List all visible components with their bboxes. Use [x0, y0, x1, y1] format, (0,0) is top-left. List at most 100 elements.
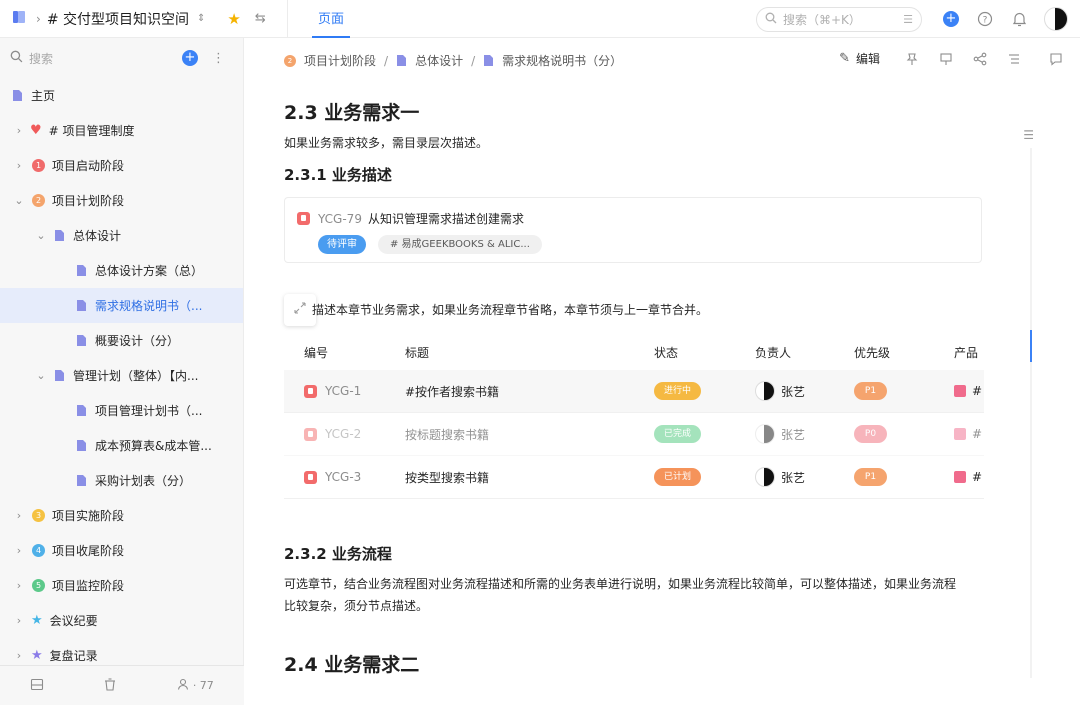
chevron-down-icon[interactable]: ⌄	[34, 229, 48, 242]
sidebar-item-requirements-spec[interactable]: 需求规格说明书（...	[0, 288, 243, 323]
row-id: YCG-1	[325, 384, 362, 398]
share-icon[interactable]	[972, 51, 988, 67]
col-header-status[interactable]: 状态	[654, 334, 678, 370]
help-icon[interactable]: ?	[974, 8, 996, 30]
sidebar-item-management-plan[interactable]: ⌄ 管理计划（整体）【内...	[0, 358, 243, 393]
more-vertical-icon[interactable]: ⋮	[212, 51, 225, 66]
row-id: YCG-3	[325, 470, 362, 484]
toc-icon[interactable]: ☰	[1023, 128, 1034, 142]
star-icon: ★	[31, 648, 43, 663]
table-row[interactable]: YCG-3 按类型搜索书籍 已计划 张艺 P1 #	[284, 456, 984, 499]
sidebar-item-overall-design[interactable]: ⌄ 总体设计	[0, 218, 243, 253]
priority-badge[interactable]: P1	[854, 382, 887, 400]
sidebar-item-execution[interactable]: › 3 项目实施阶段	[0, 498, 243, 533]
archive-icon[interactable]	[30, 678, 44, 694]
sidebar-item-outline-design[interactable]: 概要设计（分）	[0, 323, 243, 358]
star-icon[interactable]: ★	[227, 10, 240, 28]
space-title[interactable]: # 交付型项目知识空间	[47, 9, 189, 29]
sidebar-item-procurement-plan[interactable]: 采购计划表（分）	[0, 463, 243, 498]
breadcrumb-item-planning[interactable]: 2 项目计划阶段	[284, 52, 376, 69]
col-header-owner[interactable]: 负责人	[755, 334, 791, 370]
user-avatar[interactable]	[1044, 7, 1068, 31]
page-icon	[77, 335, 86, 346]
col-header-id[interactable]: 编号	[304, 334, 328, 370]
sidebar-item-label: 总体设计方案（总）	[95, 264, 204, 278]
chevron-down-icon[interactable]: ⌄	[12, 194, 26, 207]
table-row[interactable]: YCG-1 #按作者搜索书籍 进行中 张艺 P1 #	[284, 370, 984, 413]
global-search-input[interactable]: 搜索（⌘+K） ☰	[756, 6, 922, 32]
chevron-right-icon[interactable]: ›	[12, 124, 26, 137]
app-window: › # 交付型项目知识空间 ⇕ ★ ⇆ 页面 搜索（⌘+K） ☰ + ? 搜索 …	[0, 0, 1080, 705]
row-title[interactable]: 按标题搜索书籍	[405, 413, 489, 455]
sidebar-search[interactable]: 搜索 + ⋮	[0, 38, 243, 78]
breadcrumb-item-current[interactable]: 需求规格说明书（分）	[483, 52, 622, 69]
paragraph-2-3-2-line-1: 可选章节，结合业务流程图对业务流程描述和所需的业务表单进行说明，如果业务流程比较…	[284, 577, 957, 591]
sidebar-item-initiation[interactable]: › 1 项目启动阶段	[0, 148, 243, 183]
status-badge[interactable]: 进行中	[654, 382, 702, 400]
sidebar-item-closing[interactable]: › 4 项目收尾阶段	[0, 533, 243, 568]
comment-icon[interactable]	[1048, 51, 1064, 67]
breadcrumb-item-overall-design[interactable]: 总体设计	[396, 52, 463, 69]
chevron-right-icon[interactable]: ›	[12, 509, 26, 522]
sidebar-item-label: 项目监控阶段	[52, 579, 125, 593]
requirement-card[interactable]: YCG-79 从知识管理需求描述创建需求 待评审 # 易成GEEKBOOKS &…	[284, 197, 982, 263]
col-header-product[interactable]: 产品	[954, 334, 978, 370]
members-button[interactable]: · 77	[177, 678, 214, 693]
scroll-thumb[interactable]	[1030, 330, 1032, 362]
top-bar: › # 交付型项目知识空间 ⇕ ★ ⇆ 页面 搜索（⌘+K） ☰ + ?	[0, 0, 1080, 38]
avatar	[755, 424, 775, 444]
sidebar-item-home[interactable]: 主页	[0, 78, 243, 113]
sidebar-item-monitoring[interactable]: › 5 项目监控阶段	[0, 568, 243, 603]
tab-page[interactable]: 页面	[312, 0, 351, 38]
page-icon	[13, 90, 22, 101]
table-row[interactable]: YCG-2 按标题搜索书籍 已完成 张艺 P0 #	[284, 413, 984, 456]
stage-badge: 5	[32, 579, 45, 592]
row-title[interactable]: 按类型搜索书籍	[405, 456, 489, 498]
sidebar-item-planning[interactable]: ⌄ 2 项目计划阶段	[0, 183, 243, 218]
breadcrumb-label: 总体设计	[415, 54, 464, 68]
sidebar-item-management-policy[interactable]: › ♥ # 项目管理制度	[0, 113, 243, 148]
chevron-right-icon[interactable]: ›	[12, 544, 26, 557]
edit-button[interactable]: ✎ 编辑	[839, 50, 880, 67]
col-header-priority[interactable]: 优先级	[854, 334, 890, 370]
user-icon	[177, 678, 189, 693]
sidebar-item-label: 成本预算表&成本管...	[95, 439, 212, 453]
sidebar-item-label: 复盘记录	[49, 649, 98, 663]
expand-collapse-icon[interactable]: ⇕	[197, 13, 205, 24]
col-header-title[interactable]: 标题	[405, 334, 429, 370]
search-icon	[10, 50, 23, 66]
chevron-right-icon[interactable]: ›	[12, 579, 26, 592]
sidebar-item-meeting-notes[interactable]: › ★ 会议纪要	[0, 603, 243, 638]
outline-list-icon[interactable]	[1006, 51, 1022, 67]
chevron-right-icon[interactable]: ›	[12, 159, 26, 172]
status-badge[interactable]: 已计划	[654, 468, 702, 486]
trash-icon[interactable]	[104, 677, 116, 694]
add-page-icon[interactable]: +	[182, 50, 198, 66]
priority-badge[interactable]: P0	[854, 425, 887, 443]
member-count: · 77	[192, 679, 214, 692]
sidebar-item-pm-plan[interactable]: 项目管理计划书（...	[0, 393, 243, 428]
sidebar-item-label: 项目收尾阶段	[52, 544, 125, 558]
presentation-icon[interactable]	[938, 51, 954, 67]
chevron-right-icon[interactable]: ›	[12, 649, 26, 662]
sidebar-item-cost-budget[interactable]: 成本预算表&成本管...	[0, 428, 243, 463]
priority-badge[interactable]: P1	[854, 468, 887, 486]
chevron-down-icon[interactable]: ⌄	[34, 369, 48, 382]
status-badge[interactable]: 已完成	[654, 425, 702, 443]
row-id-cell: YCG-1	[304, 370, 361, 412]
pin-icon[interactable]	[904, 51, 920, 67]
settings-sliders-icon[interactable]: ⇆	[255, 11, 266, 26]
add-button[interactable]: +	[940, 8, 962, 30]
sidebar-item-overall-design-plan[interactable]: 总体设计方案（总）	[0, 253, 243, 288]
sidebar: 搜索 + ⋮ 主页 › ♥ # 项目管理制度 › 1 项目启动阶段 ⌄ 2 项目…	[0, 38, 244, 705]
row-product-cell: #	[954, 413, 982, 455]
row-title[interactable]: #按作者搜索书籍	[405, 370, 499, 412]
chevron-right-icon[interactable]: ›	[12, 614, 26, 627]
heading-2-3-1: 2.3.1 业务描述	[284, 166, 392, 184]
filter-icon[interactable]: ☰	[903, 13, 913, 26]
bell-icon[interactable]	[1008, 8, 1030, 30]
row-id-cell: YCG-2	[304, 413, 361, 455]
sidebar-item-label: 需求规格说明书（...	[95, 299, 203, 313]
scroll-rail[interactable]	[1030, 148, 1032, 678]
book-icon[interactable]	[12, 10, 26, 28]
